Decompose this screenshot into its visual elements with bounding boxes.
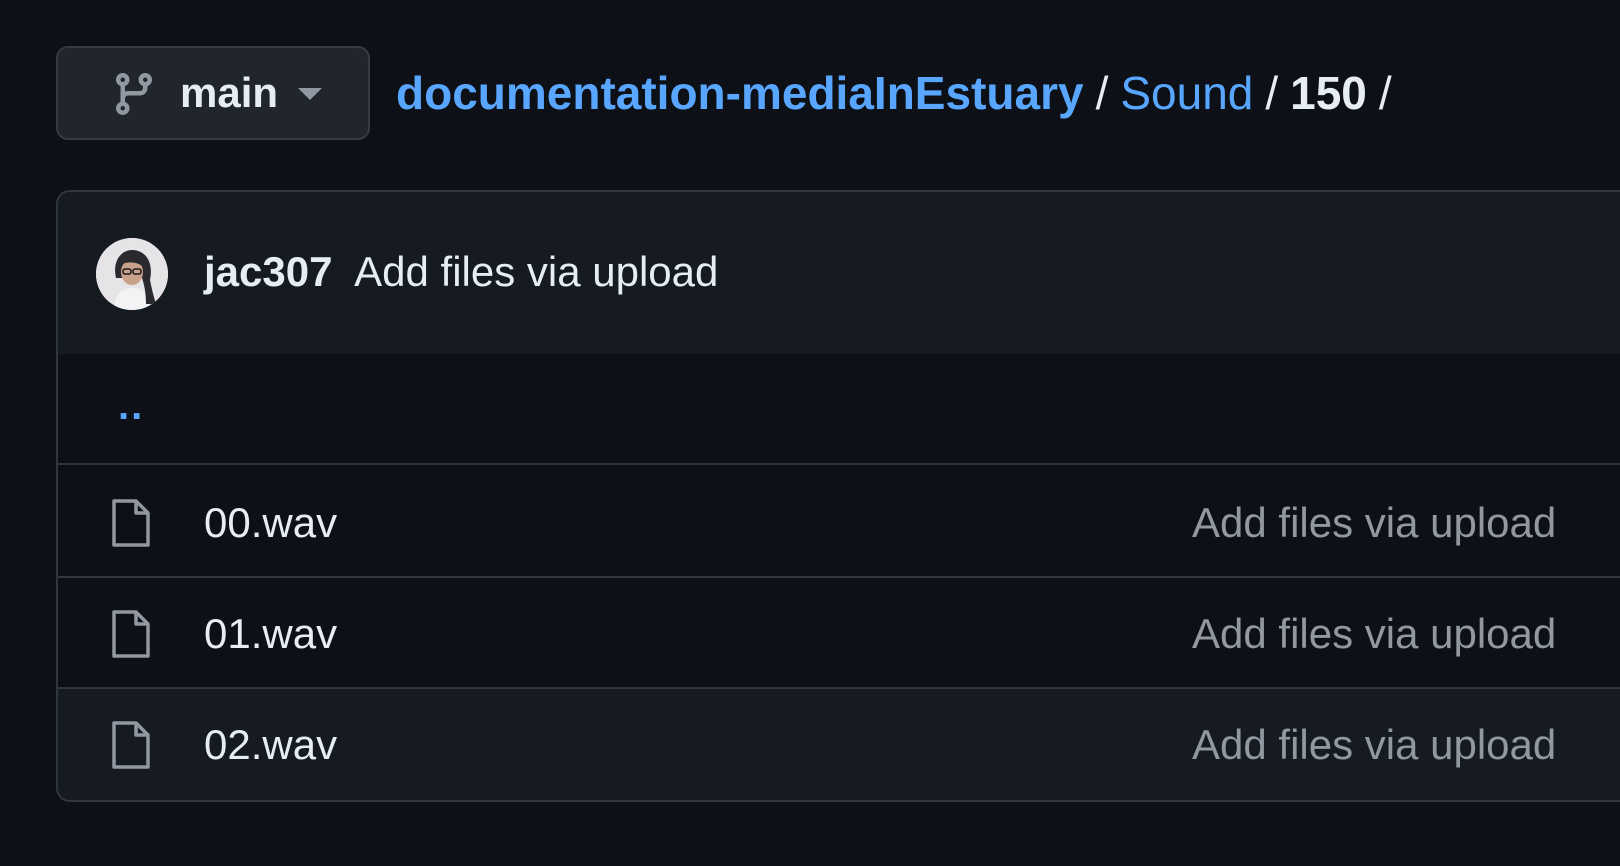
commit-summary: jac307 Add files via upload bbox=[204, 192, 718, 352]
file-icon bbox=[112, 610, 150, 658]
chevron-down-icon bbox=[298, 88, 322, 100]
breadcrumb-folder-link[interactable]: Sound bbox=[1120, 66, 1253, 120]
breadcrumb-separator: / bbox=[1265, 67, 1279, 119]
breadcrumb-separator: / bbox=[1378, 67, 1392, 119]
parent-directory-link[interactable]: .. bbox=[118, 384, 144, 429]
latest-commit-header: jac307 Add files via upload bbox=[58, 192, 1620, 356]
commit-author-link[interactable]: jac307 bbox=[204, 248, 332, 295]
parent-directory-row[interactable]: .. bbox=[58, 354, 1620, 465]
file-commit-message-link[interactable]: Add files via upload bbox=[1192, 467, 1556, 578]
file-row[interactable]: 02.wav Add files via upload bbox=[58, 689, 1620, 800]
file-name-link[interactable]: 00.wav bbox=[204, 467, 337, 578]
avatar[interactable] bbox=[96, 238, 168, 310]
breadcrumb-repo-link[interactable]: documentation-mediaInEstuary bbox=[396, 66, 1084, 120]
branch-name: main bbox=[180, 69, 279, 116]
branch-selector-button[interactable]: main bbox=[56, 46, 370, 140]
git-branch-icon bbox=[115, 73, 152, 116]
file-commit-message-link[interactable]: Add files via upload bbox=[1192, 578, 1556, 689]
breadcrumb: documentation-mediaInEstuary / Sound / 1… bbox=[396, 46, 1404, 140]
breadcrumb-current: 150 bbox=[1290, 67, 1367, 119]
avatar-image bbox=[96, 238, 168, 310]
file-row[interactable]: 00.wav Add files via upload bbox=[58, 467, 1620, 578]
file-commit-message-link[interactable]: Add files via upload bbox=[1192, 689, 1556, 800]
file-list-box: jac307 Add files via upload .. 00.wav Ad… bbox=[56, 190, 1620, 802]
file-name-link[interactable]: 02.wav bbox=[204, 689, 337, 800]
commit-message-link[interactable]: Add files via upload bbox=[354, 248, 718, 295]
breadcrumb-separator: / bbox=[1095, 67, 1109, 119]
file-name-link[interactable]: 01.wav bbox=[204, 578, 337, 689]
file-row[interactable]: 01.wav Add files via upload bbox=[58, 578, 1620, 689]
file-icon bbox=[112, 499, 150, 547]
file-icon bbox=[112, 721, 150, 769]
repo-file-browser: main documentation-mediaInEstuary / Soun… bbox=[0, 0, 1620, 866]
